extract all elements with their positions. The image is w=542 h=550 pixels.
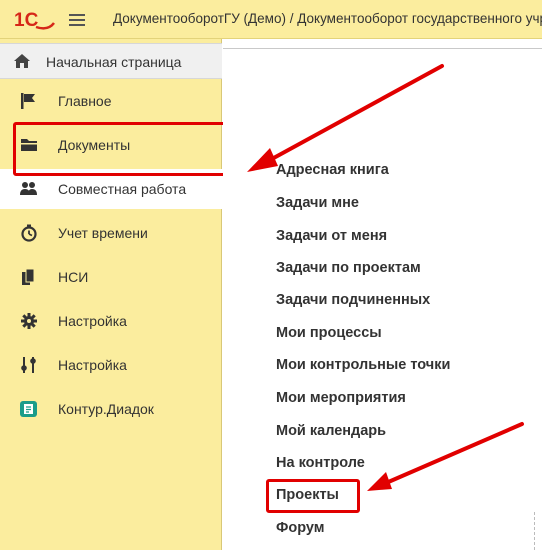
sidebar-item-settings-2[interactable]: Настройка bbox=[0, 345, 222, 385]
menu-link-tasks-to-me[interactable]: Задачи мне bbox=[276, 195, 359, 211]
menu-link-projects[interactable]: Проекты bbox=[276, 487, 339, 503]
sidebar-item-documents[interactable]: Документы bbox=[0, 125, 222, 165]
sidebar-item-settings[interactable]: Настройка bbox=[0, 301, 222, 341]
sidebar-item-main[interactable]: Главное bbox=[0, 81, 222, 121]
diadoc-icon bbox=[20, 401, 37, 417]
sidebar-item-time-tracking[interactable]: Учет времени bbox=[0, 213, 222, 253]
sidebar-item-label: Настройка bbox=[58, 313, 127, 329]
1c-logo[interactable]: 1С bbox=[14, 9, 56, 31]
flag-icon bbox=[21, 93, 35, 109]
folder-icon bbox=[21, 139, 37, 151]
menu-link-my-checkpoints[interactable]: Мои контрольные точки bbox=[276, 357, 450, 373]
sidebar-item-label: Контур.Диадок bbox=[58, 401, 154, 417]
title-bar: 1С ДокументооборотГУ (Демо) / Документоо… bbox=[0, 0, 542, 39]
people-icon bbox=[20, 182, 37, 195]
menu-link-tasks-from-me[interactable]: Задачи от меня bbox=[276, 228, 387, 244]
menu-link-my-calendar[interactable]: Мой календарь bbox=[276, 423, 386, 439]
menu-link-project-tasks[interactable]: Задачи по проектам bbox=[276, 260, 421, 276]
scroll-edge bbox=[534, 512, 542, 550]
home-page-label: Начальная страница bbox=[46, 54, 182, 70]
stopwatch-icon bbox=[21, 224, 37, 242]
menu-link-address-book[interactable]: Адресная книга bbox=[276, 162, 389, 178]
home-icon bbox=[14, 54, 30, 68]
menu-link-subordinate-tasks[interactable]: Задачи подчиненных bbox=[276, 292, 430, 308]
panel-divider bbox=[223, 48, 542, 49]
gear-icon bbox=[21, 313, 37, 329]
main-menu-button[interactable] bbox=[67, 11, 87, 29]
submenu-panel: Адресная книга Задачи мне Задачи от меня… bbox=[223, 39, 542, 550]
books-icon bbox=[22, 268, 35, 285]
svg-text:1С: 1С bbox=[14, 10, 39, 31]
sidebar-item-label: Учет времени bbox=[58, 225, 148, 241]
sidebar-item-label: Совместная работа bbox=[58, 181, 187, 197]
sidebar-item-label: Документы bbox=[58, 137, 131, 153]
menu-link-forum[interactable]: Форум bbox=[276, 520, 325, 536]
sliders-icon bbox=[21, 357, 36, 373]
sidebar-item-nsi[interactable]: НСИ bbox=[0, 257, 222, 297]
sidebar-item-label: Настройка bbox=[58, 357, 127, 373]
sidebar-item-collaboration[interactable]: Совместная работа bbox=[0, 169, 222, 209]
menu-link-my-processes[interactable]: Мои процессы bbox=[276, 325, 382, 341]
sidebar-item-diadoc[interactable]: Контур.Диадок bbox=[0, 389, 222, 429]
home-page-link[interactable]: Начальная страница bbox=[0, 43, 222, 79]
menu-link-my-events[interactable]: Мои мероприятия bbox=[276, 390, 406, 406]
sidebar-item-label: НСИ bbox=[58, 269, 89, 285]
window-title: ДокументооборотГУ (Демо) / Документообор… bbox=[113, 11, 542, 26]
sidebar-item-label: Главное bbox=[58, 93, 112, 109]
sidebar: Начальная страница Главное Документы Сов… bbox=[0, 39, 222, 550]
menu-link-on-control[interactable]: На контроле bbox=[276, 455, 365, 471]
